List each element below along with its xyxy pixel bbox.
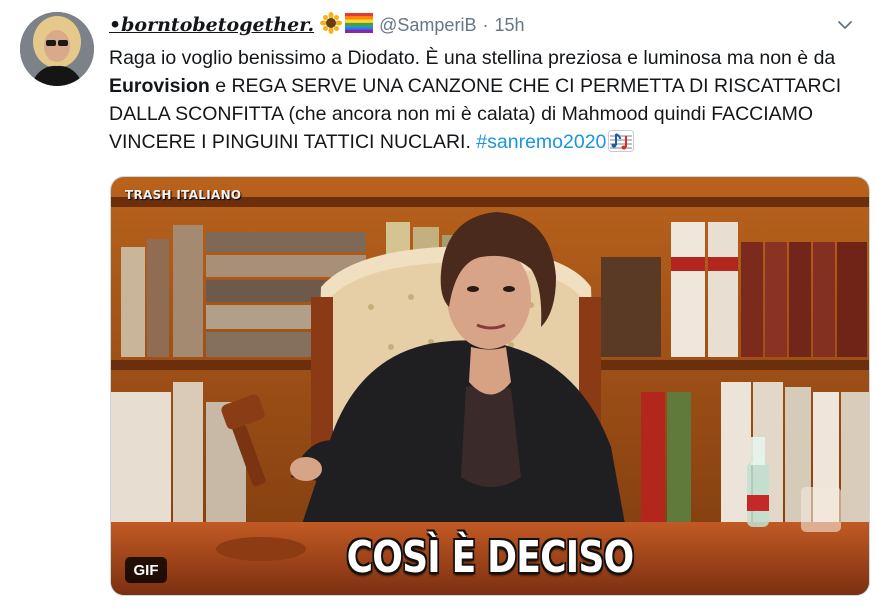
user-handle[interactable]: @SamperiB <box>379 15 476 36</box>
display-name[interactable]: •borntobetogether. <box>109 14 314 36</box>
avatar[interactable] <box>20 12 94 86</box>
tweet-text-bold: Eurovision <box>109 75 210 97</box>
chevron-down-icon[interactable] <box>833 13 857 37</box>
musical-score-emoji-icon <box>608 130 635 160</box>
rainbow-flag-emoji-icon <box>345 12 374 38</box>
separator-dot: · <box>482 14 489 35</box>
tweet-text: Raga io voglio benissimo a Diodato. È un… <box>109 44 869 160</box>
gif-media[interactable]: TRASH ITALIANO COSÌ È DECISO GIF <box>110 176 870 596</box>
gif-caption: COSÌ È DECISO <box>346 532 635 583</box>
tweet-text-part1: Raga io voglio benissimo a Diodato. È un… <box>109 47 836 69</box>
watermark: TRASH ITALIANO <box>125 188 242 202</box>
timestamp[interactable]: 15h <box>494 15 524 36</box>
gif-badge[interactable]: GIF <box>125 557 167 583</box>
sunflower-emoji-icon <box>320 11 343 39</box>
hashtag-link[interactable]: #sanremo2020 <box>476 131 606 153</box>
tweet-header: •borntobetogether. @SamperiB · 15h <box>109 11 857 39</box>
